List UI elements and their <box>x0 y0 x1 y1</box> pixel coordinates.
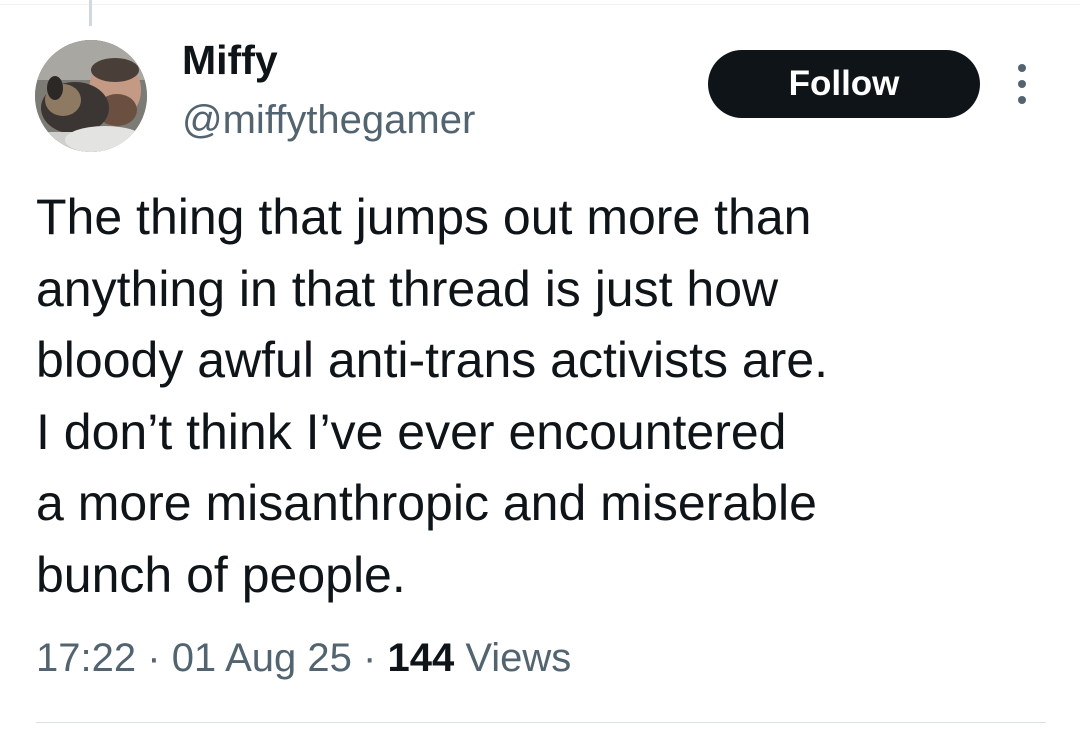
follow-button[interactable]: Follow <box>708 50 980 118</box>
views-count[interactable]: 144 <box>387 636 454 680</box>
tweet-text: The thing that jumps out more than anyth… <box>36 189 829 603</box>
author-handle[interactable]: @miffythegamer <box>182 94 475 146</box>
more-dot <box>1018 80 1026 88</box>
more-dot <box>1018 64 1026 72</box>
tweet-time[interactable]: 17:22 <box>36 636 136 680</box>
meta-separator: · <box>363 636 377 680</box>
tweet-detail: Miffy @miffythegamer Follow The thing th… <box>0 0 1080 732</box>
top-divider <box>0 4 1080 5</box>
avatar-photo <box>35 40 147 152</box>
bottom-divider <box>36 722 1046 723</box>
more-vertical-icon[interactable] <box>1010 64 1034 104</box>
tweet-date[interactable]: 01 Aug 25 <box>172 636 352 680</box>
tweet-metadata: 17:22 · 01 Aug 25 · 144 Views <box>36 632 571 684</box>
views-label[interactable]: Views <box>465 636 571 680</box>
author-display-name[interactable]: Miffy <box>182 34 278 86</box>
thread-connector-line <box>89 0 92 26</box>
more-dot <box>1018 96 1026 104</box>
avatar[interactable] <box>35 40 147 152</box>
meta-separator: · <box>147 636 161 680</box>
